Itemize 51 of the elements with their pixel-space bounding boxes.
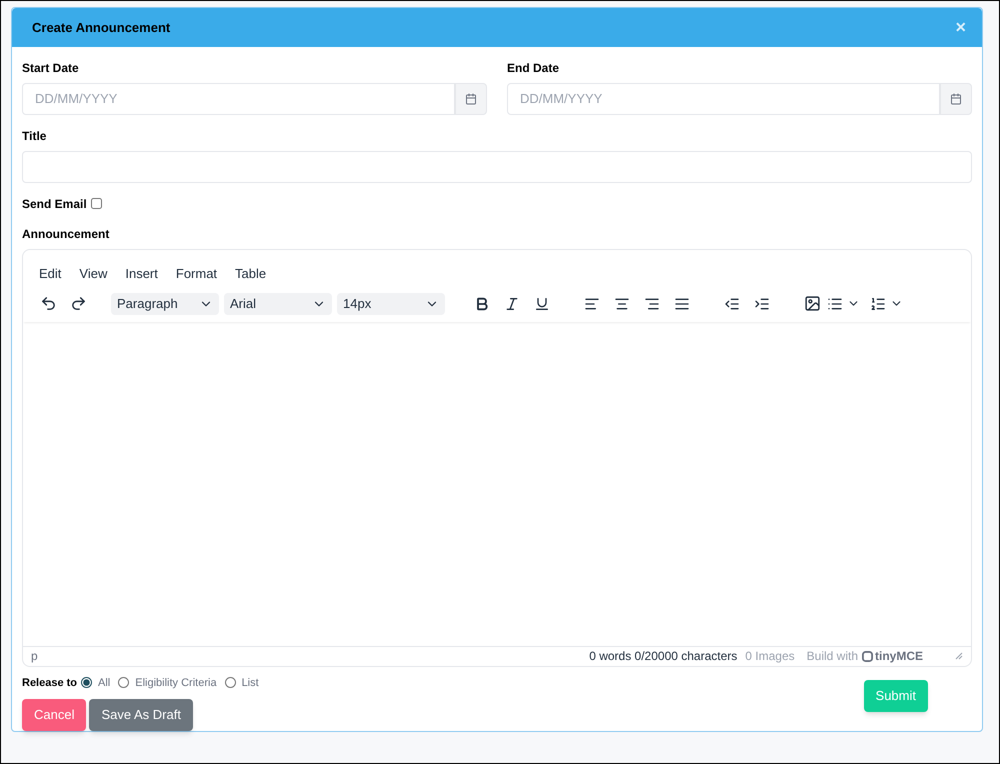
- radio-label: All: [98, 676, 110, 690]
- field-label: Announcement: [22, 226, 110, 242]
- field-label: Send Email: [22, 196, 87, 212]
- align-left-icon: [584, 296, 600, 312]
- format-select[interactable]: 14px: [337, 292, 445, 314]
- menu-item[interactable]: Edit: [31, 262, 70, 286]
- radio-button[interactable]: [224, 677, 236, 688]
- field-label: End Date: [507, 60, 560, 76]
- save-draft-button[interactable]: Save As Draft: [89, 699, 193, 731]
- redo-icon: [70, 295, 86, 312]
- calendar-icon: [950, 92, 962, 104]
- align-center-icon: [614, 296, 630, 312]
- image-icon: [804, 295, 820, 312]
- radio-button[interactable]: [118, 677, 130, 688]
- element-path: p: [31, 648, 38, 665]
- date-input[interactable]: DD/MM/YYYY: [507, 82, 940, 114]
- outdent-icon: [724, 296, 740, 312]
- radio-button[interactable]: [81, 677, 92, 688]
- menu-item[interactable]: Insert: [117, 262, 166, 286]
- menu-item[interactable]: View: [71, 262, 116, 286]
- underline-icon: [534, 296, 550, 312]
- calendar-button[interactable]: [940, 82, 972, 114]
- calendar-icon: [465, 92, 477, 104]
- logo-icon: [862, 650, 873, 662]
- title-input[interactable]: [22, 150, 972, 182]
- calendar-button[interactable]: [455, 82, 487, 114]
- field-label: Start Date: [22, 60, 80, 76]
- align-right-icon: [644, 296, 660, 312]
- resize-handle-icon[interactable]: [955, 652, 963, 660]
- menu-item[interactable]: Table: [227, 262, 274, 286]
- italic-icon: [504, 296, 520, 312]
- date-input[interactable]: DD/MM/YYYY: [22, 82, 455, 114]
- format-select[interactable]: Paragraph: [111, 292, 219, 314]
- bold-icon: [474, 296, 490, 312]
- send-email-checkbox[interactable]: [90, 198, 102, 209]
- word-count: 0 words 0/20000 characters: [589, 648, 738, 665]
- menu-item[interactable]: Format: [168, 262, 226, 286]
- image-count: 0 Images: [745, 648, 795, 665]
- justify-icon: [674, 296, 690, 312]
- radio-label: Eligibility Criteria: [135, 676, 217, 690]
- numbered-list-icon: [870, 296, 886, 312]
- brand-text: tinyMCE: [875, 648, 923, 665]
- undo-icon: [40, 295, 56, 312]
- field-label: Title: [22, 128, 48, 144]
- field-label: Release to: [22, 676, 78, 690]
- bullet-list-icon: [827, 296, 843, 312]
- indent-icon: [754, 296, 770, 312]
- credit-text: Build with: [806, 648, 858, 665]
- format-select[interactable]: Arial: [224, 292, 332, 314]
- radio-label: List: [242, 676, 259, 690]
- modal-title: Create Announcement: [32, 18, 170, 36]
